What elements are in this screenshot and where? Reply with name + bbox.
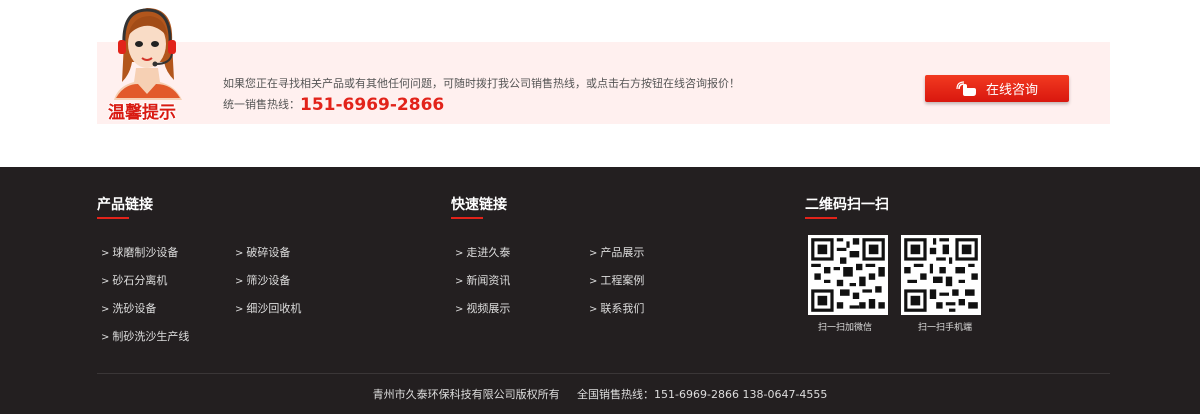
arrow-icon: > [235, 248, 244, 259]
hotline-label: 统一销售热线： [223, 98, 300, 111]
footer-link-quick[interactable]: > 产品展示 [589, 244, 644, 260]
arrow-icon: > [455, 276, 464, 287]
online-consult-button[interactable]: 在线咨询 [925, 75, 1069, 102]
wechat-qr-code [808, 235, 888, 315]
arrow-icon: > [455, 248, 464, 259]
arrow-icon: > [589, 276, 598, 287]
quick-links-title: 快速链接 [451, 197, 507, 213]
notice-message: 如果您正在寻找相关产品或有其他任何问题，可随时拨打我公司销售热线，或点击右方按钮… [223, 77, 740, 90]
arrow-icon: > [101, 304, 110, 315]
footer-link-quick[interactable]: > 走进久泰 [455, 244, 510, 260]
mobile-site-qr-code [901, 235, 981, 315]
notice-hotline: 统一销售热线：151-6969-2866 [223, 93, 444, 115]
arrow-icon: > [101, 332, 110, 343]
title-underline [805, 217, 837, 219]
qr-title: 二维码扫一扫 [805, 197, 889, 213]
footer-link-quick[interactable]: > 联系我们 [589, 300, 644, 316]
footer-link-product[interactable]: > 砂石分离机 [101, 272, 167, 288]
notice-title: 温馨提示 [108, 103, 176, 123]
qr-code-icon [811, 238, 885, 312]
arrow-icon: > [455, 304, 464, 315]
title-underline [451, 217, 483, 219]
hand-pointer-icon [956, 80, 976, 96]
arrow-icon: > [101, 248, 110, 259]
footer-link-product[interactable]: > 制砂洗沙生产线 [101, 328, 189, 344]
wechat-qr-caption: 扫一扫加微信 [818, 323, 873, 333]
footer-link-product[interactable]: > 破碎设备 [235, 244, 290, 260]
title-underline [97, 217, 129, 219]
mobile-qr-caption: 扫一扫手机端 [918, 323, 973, 333]
arrow-icon: > [235, 276, 244, 287]
footer-link-product[interactable]: > 细沙回收机 [235, 300, 301, 316]
footer-divider [97, 373, 1110, 374]
hotline-number: 151-6969-2866 [300, 95, 445, 115]
footer-link-product[interactable]: > 筛沙设备 [235, 272, 290, 288]
qr-code-icon [904, 238, 978, 312]
arrow-icon: > [235, 304, 244, 315]
footer-link-quick[interactable]: > 新闻资讯 [455, 272, 510, 288]
arrow-icon: > [589, 304, 598, 315]
arrow-icon: > [589, 248, 598, 259]
product-links-title: 产品链接 [97, 197, 153, 213]
footer-link-quick[interactable]: > 视频展示 [455, 300, 510, 316]
consult-button-label: 在线咨询 [985, 83, 1038, 98]
footer-link-product[interactable]: > 洗砂设备 [101, 300, 156, 316]
arrow-icon: > [101, 276, 110, 287]
footer-link-quick[interactable]: > 工程案例 [589, 272, 644, 288]
footer-link-product[interactable]: > 球磨制沙设备 [101, 244, 178, 260]
site-footer: 产品链接 > 球磨制沙设备 > 破碎设备 > 砂石分离机 > 筛沙设备 > 洗砂设备 > 细… [0, 167, 1200, 414]
copyright-text: 青州市久泰环保科技有限公司版权所有 全国销售热线：151-6969-2866 1… [372, 388, 828, 401]
